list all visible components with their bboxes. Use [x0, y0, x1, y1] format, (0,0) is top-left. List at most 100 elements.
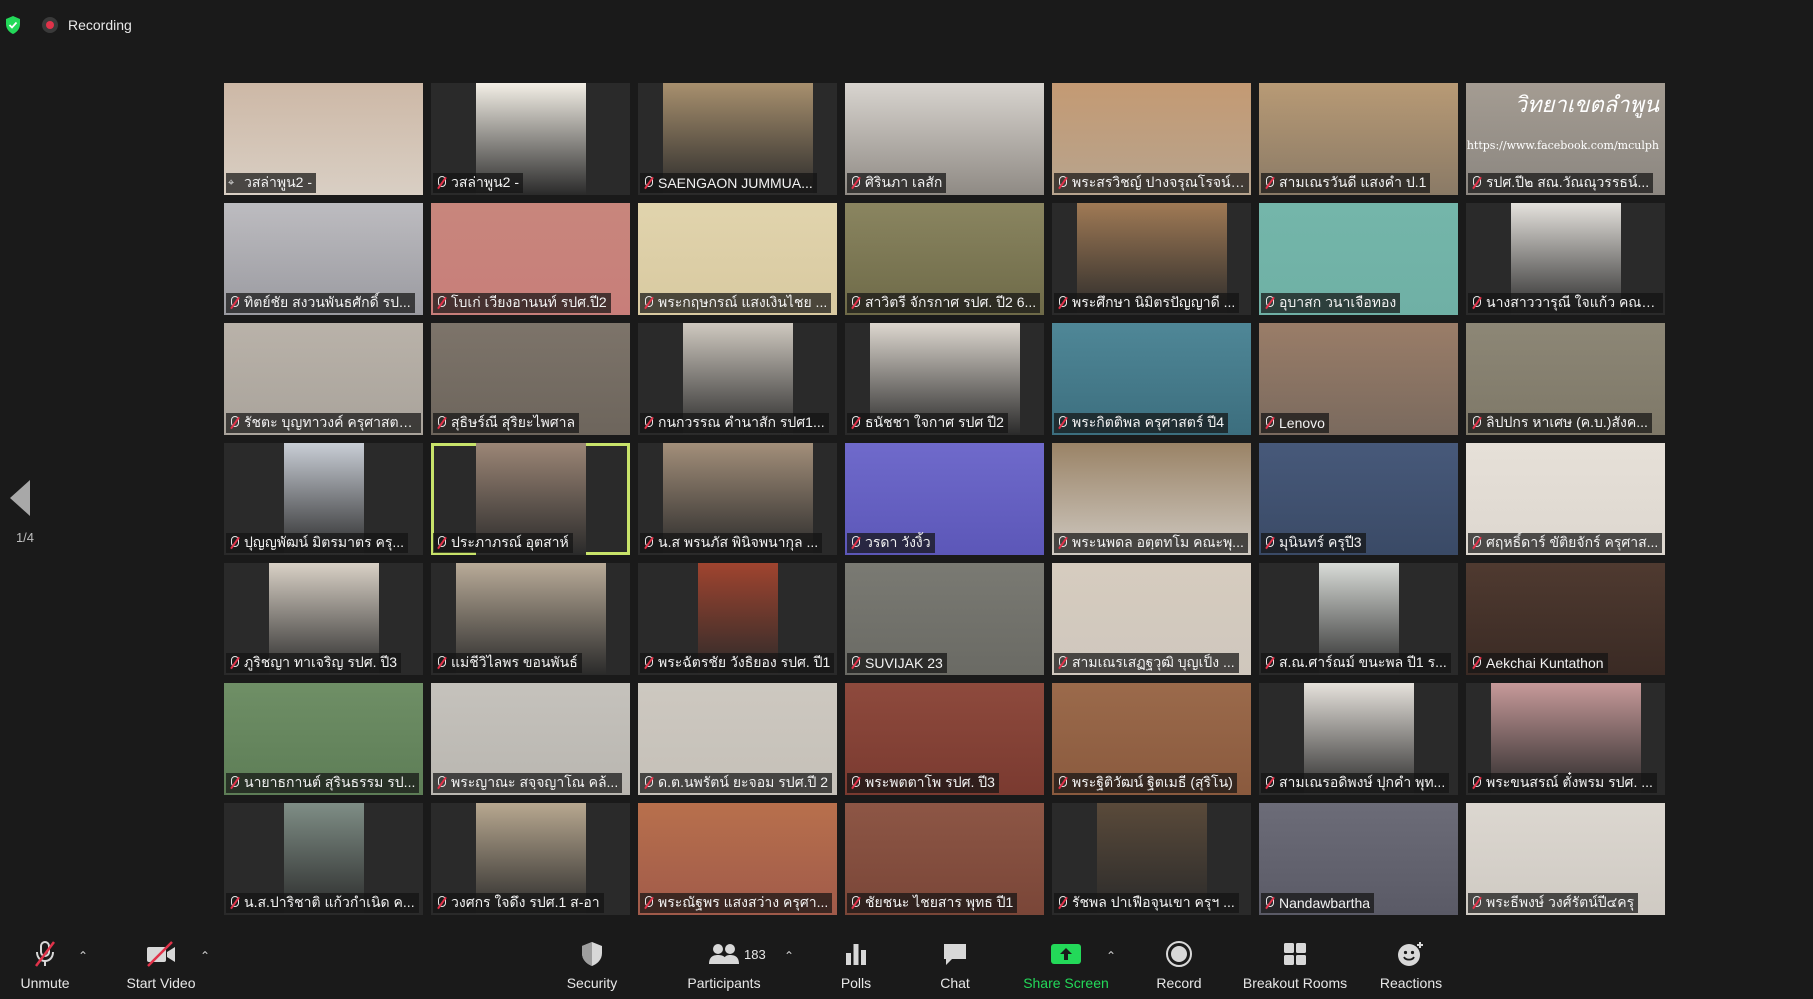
participant-tile[interactable]: ประภาภรณ์ อุตสาห์ [431, 443, 630, 555]
participant-name: ศฤหธิ์ดาร์ ขัติยจักร์ ครุศาส... [1486, 534, 1659, 550]
participant-tile[interactable]: พระพตตาโพ รปศ. ปี3 [845, 683, 1044, 795]
participant-tile[interactable]: ศฤหธิ์ดาร์ ขัติยจักร์ ครุศาส... [1466, 443, 1665, 555]
participant-name: สาวิตรี จักรกาศ รปศ. ปี2 6... [865, 294, 1037, 310]
participant-nameplate: Lenovo [1261, 413, 1329, 433]
participant-tile[interactable]: SUVIJAK 23 [845, 563, 1044, 675]
participant-tile[interactable]: พระญาณะ สจฺจญาโณ คล้... [431, 683, 630, 795]
participant-name: ส.ณ.ศาร์ณม์ ขนะพล ปี1 ร... [1279, 654, 1447, 670]
participant-tile[interactable]: วรดา วังงิ้ว [845, 443, 1044, 555]
participants-button[interactable]: Participants [676, 925, 772, 999]
reactions-button[interactable]: Reactions [1374, 925, 1448, 999]
microphone-muted-icon [849, 296, 861, 310]
participant-tile[interactable]: พระธีพงษ์ วงศ์รัตน์ปี๔ครุ [1466, 803, 1665, 915]
participant-tile[interactable]: รัชพล ปาเฟือจุนเขา ครุฯ ... [1052, 803, 1251, 915]
security-button[interactable]: Security [560, 925, 624, 999]
participant-tile[interactable]: พระณัฐพร แสงสว่าง ครุศา... [638, 803, 837, 915]
participant-tile[interactable]: พระขนสรณ์ ตั๋งพรม รปศ. ... [1466, 683, 1665, 795]
chat-button[interactable]: Chat [920, 925, 990, 999]
participant-tile[interactable]: รัชตะ บุญทาวงค์ ครุศาสตร์... [224, 323, 423, 435]
participant-nameplate: พระฐิติวัฒน์ ฐิตเมธี (สุริโน) [1054, 773, 1237, 793]
participant-tile[interactable]: พระฐิติวัฒน์ ฐิตเมธี (สุริโน) [1052, 683, 1251, 795]
microphone-muted-icon [1470, 296, 1482, 310]
participant-tile[interactable]: นายาธกานต์ สุรินธรรม รป... [224, 683, 423, 795]
security-label: Security [566, 975, 618, 991]
participant-tile[interactable]: พระศึกษา นิมิตรปัญญาดี ... [1052, 203, 1251, 315]
participants-options-chevron-icon[interactable]: ⌃ [784, 949, 794, 963]
participant-tile[interactable]: สามเณรอดิพงษ์ ปุกคำ พุท... [1259, 683, 1458, 795]
participant-nameplate: น.ส.ปาริชาติ แก้วกำเนิด ค... [226, 893, 419, 913]
participant-tile[interactable]: อุบาสก วนาเจือทอง [1259, 203, 1458, 315]
participant-tile[interactable]: วสล่าพูน2 - [431, 83, 630, 195]
participant-tile[interactable]: นางสาววารุณี ใจแก้ว คณะ... [1466, 203, 1665, 315]
breakout-rooms-button[interactable]: Breakout Rooms [1236, 925, 1354, 999]
audio-options-chevron-icon[interactable]: ⌃ [78, 949, 88, 963]
participant-tile[interactable]: พระกฤษกรณ์ แสงเงินไชย ... [638, 203, 837, 315]
participant-tile[interactable]: วงศกร ใจดึง รปศ.1 ส-อา [431, 803, 630, 915]
breakout-rooms-grid-icon [1277, 939, 1313, 969]
participant-tile[interactable]: มุนินทร์ ครุปี3 [1259, 443, 1458, 555]
share-screen-button[interactable]: Share Screen [1016, 925, 1116, 999]
participant-tile[interactable]: สามเณรวันดี แสงคำ ป.1 [1259, 83, 1458, 195]
share-screen-arrow-icon [1048, 939, 1084, 969]
participant-tile[interactable]: โบเก่ เวียงอานนท์ รปศ.ปี2 [431, 203, 630, 315]
participant-tile[interactable]: ชัยชนะ ไชยสาร พุทธ ปี1 [845, 803, 1044, 915]
participant-tile[interactable]: Aekchai Kuntathon [1466, 563, 1665, 675]
participant-tile[interactable]: SAENGAON JUMMUA... [638, 83, 837, 195]
participant-nameplate: ส.ณ.ศาร์ณม์ ขนะพล ปี1 ร... [1261, 653, 1451, 673]
participant-tile[interactable]: พระสรวิชญ์ ปางจรุณโรจน์ ... [1052, 83, 1251, 195]
participant-tile[interactable]: สาวิตรี จักรกาศ รปศ. ปี2 6... [845, 203, 1044, 315]
participant-name: SUVIJAK 23 [865, 655, 943, 671]
participant-tile[interactable]: กนกวรรณ คำนาสัก รปศ1... [638, 323, 837, 435]
participant-tile[interactable]: ศิรินภา เลสัก [845, 83, 1044, 195]
participant-nameplate: วงศกร ใจดึง รปศ.1 ส-อา [433, 893, 604, 913]
start-video-button[interactable]: Start Video [120, 925, 202, 999]
participant-tile[interactable]: พระกิตติพล ครุศาสตร์ ปี4 [1052, 323, 1251, 435]
participant-tile[interactable]: ทิตย์ชัย สงวนพันธศักดิ์ รป... [224, 203, 423, 315]
participant-nameplate: พระฉัตรชัย วังธิยอง รปศ. ปี1 [640, 653, 835, 673]
participant-tile[interactable]: ธนัชชา ใจกาศ รปศ ปี2 [845, 323, 1044, 435]
shield-check-icon[interactable] [4, 15, 22, 35]
participant-tile[interactable]: ภูริชญา ทาเจริญ รปศ. ปี3 [224, 563, 423, 675]
microphone-muted-icon [435, 896, 447, 910]
participant-nameplate: ทิตย์ชัย สงวนพันธศักดิ์ รป... [226, 293, 415, 313]
microphone-muted-icon [435, 776, 447, 790]
participant-tile[interactable]: ส.ณ.ศาร์ณม์ ขนะพล ปี1 ร... [1259, 563, 1458, 675]
microphone-muted-icon [228, 416, 240, 430]
participant-tile[interactable]: น.ส.ปาริชาติ แก้วกำเนิด ค... [224, 803, 423, 915]
participant-tile[interactable]: น.ส พรนภัส พินิจพนากุล ... [638, 443, 837, 555]
microphone-muted-icon [1263, 416, 1275, 430]
participant-tile[interactable]: รปศ.ปี๒ สณ.วัณณุวรรธน์... วิทยาเขตลำพูน ht… [1466, 83, 1665, 195]
participant-name: แม่ชีวิไลพร ขอนพันธ์ [451, 654, 578, 670]
participant-name: รัชพล ปาเฟือจุนเขา ครุฯ ... [1072, 894, 1235, 910]
video-options-chevron-icon[interactable]: ⌃ [200, 949, 210, 963]
participant-tile[interactable]: ลิปปกร หาเศษ (ค.บ.)สังค... [1466, 323, 1665, 435]
participant-tile[interactable]: Lenovo [1259, 323, 1458, 435]
microphone-muted-icon [642, 656, 654, 670]
participant-nameplate: ⌖ วสล่าพูน2 - [226, 173, 316, 193]
polls-button[interactable]: Polls [820, 925, 892, 999]
participant-tile[interactable]: สุธิษร์ณี สุริยะไพศาล [431, 323, 630, 435]
participant-nameplate: แม่ชีวิไลพร ขอนพันธ์ [433, 653, 582, 673]
recording-indicator[interactable]: Recording [42, 14, 132, 36]
share-options-chevron-icon[interactable]: ⌃ [1106, 949, 1116, 963]
participant-tile[interactable]: ด.ต.นพรัตน์ ยะจอม รปศ.ปี 2 [638, 683, 837, 795]
previous-page-arrow-icon[interactable] [10, 480, 30, 516]
record-button[interactable]: Record [1146, 925, 1212, 999]
participant-nameplate: สามเณรวันดี แสงคำ ป.1 [1261, 173, 1431, 193]
participant-nameplate: ประภาภรณ์ อุตสาห์ [433, 533, 573, 553]
start-video-label: Start Video [126, 975, 196, 991]
participant-tile[interactable]: พระฉัตรชัย วังธิยอง รปศ. ปี1 [638, 563, 837, 675]
participant-tile[interactable]: แม่ชีวิไลพร ขอนพันธ์ [431, 563, 630, 675]
participants-label: Participants [687, 975, 761, 991]
unmute-button[interactable]: Unmute [14, 925, 76, 999]
participant-nameplate: รปศ.ปี๒ สณ.วัณณุวรรธน์... [1468, 173, 1654, 193]
participant-tile[interactable]: สามเณรเสฏฐวุฒิ บุญเป็ง ... [1052, 563, 1251, 675]
participant-tile[interactable]: ปุญญพัฒน์ มิตรมาตร ครุ... [224, 443, 423, 555]
participant-name: มุนินทร์ ครุปี3 [1279, 534, 1362, 550]
participant-tile[interactable]: พระนพดล อตฺตทโม คณะพุ... [1052, 443, 1251, 555]
participant-tile[interactable]: Nandawbartha [1259, 803, 1458, 915]
participant-tile[interactable]: ⌖ วสล่าพูน2 - [224, 83, 423, 195]
meeting-toolbar: Unmute ⌃ Start Video ⌃ Security Particip… [0, 925, 1813, 999]
microphone-muted-icon [1263, 656, 1275, 670]
participant-nameplate: สุธิษร์ณี สุริยะไพศาล [433, 413, 580, 433]
